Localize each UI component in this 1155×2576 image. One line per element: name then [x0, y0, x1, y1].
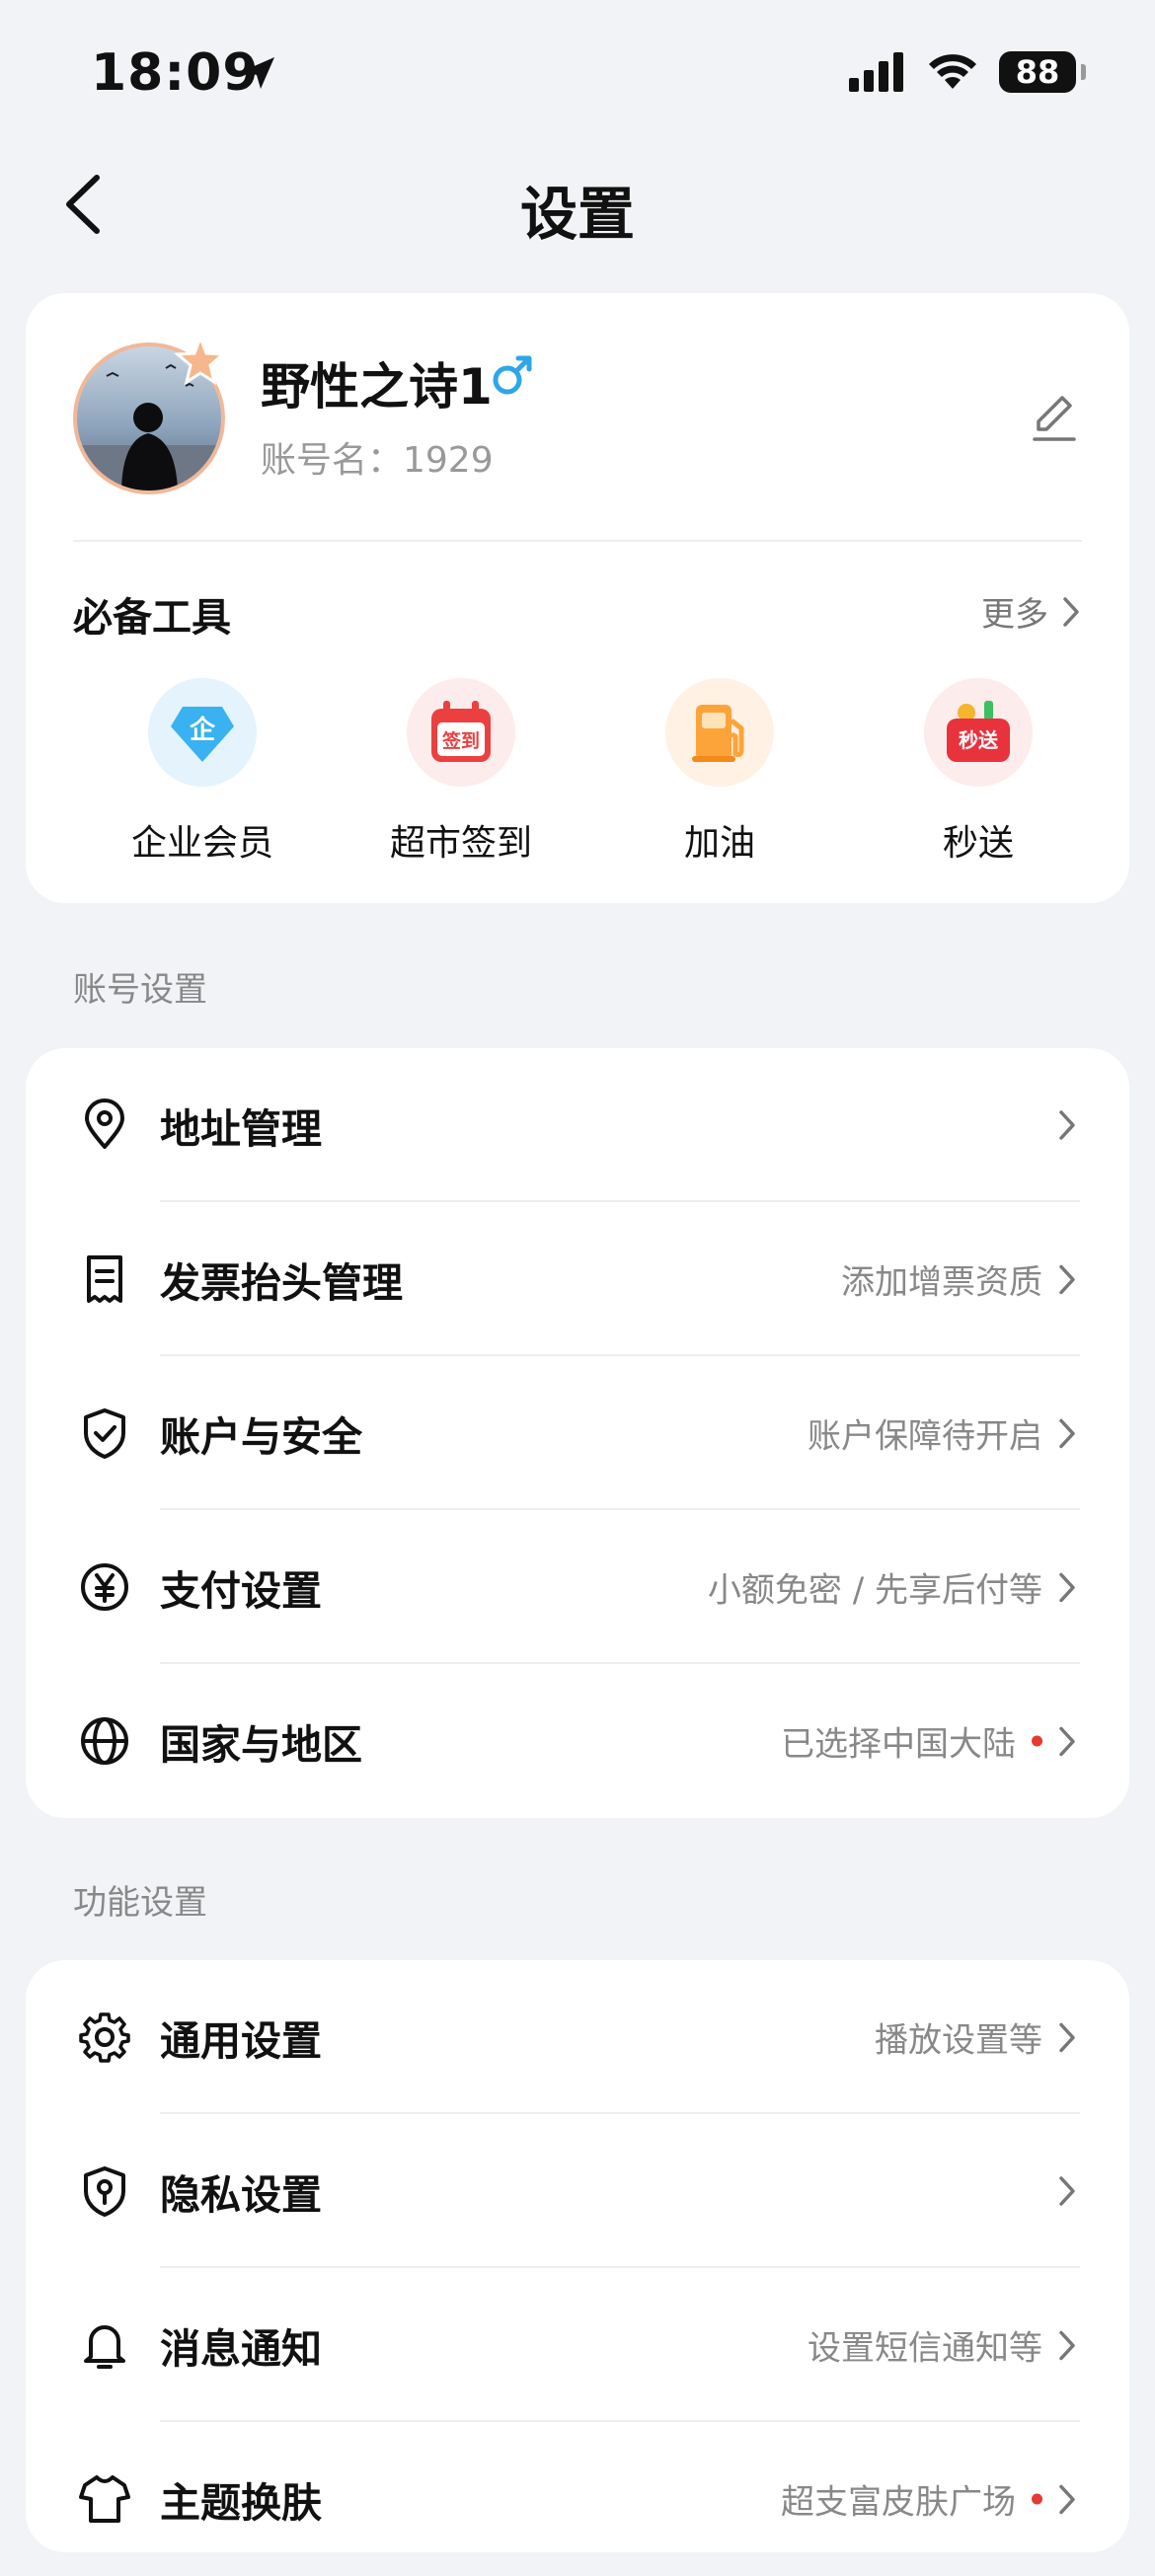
red-dot-indicator — [1032, 1735, 1042, 1747]
status-time: 18:09 — [91, 43, 260, 103]
row-notifications[interactable]: 消息通知 设置短信通知等 — [26, 2268, 1129, 2422]
username: 野性之诗1 — [261, 358, 493, 416]
bell-icon — [84, 2325, 125, 2369]
tool-label: 加油 — [683, 823, 755, 864]
chevron-right-icon — [1059, 2330, 1075, 2360]
tool-supermarket-checkin[interactable]: 签到 超市签到 — [332, 678, 590, 866]
row-label: 发票抬头管理 — [160, 1259, 403, 1307]
delivery-badge-text: 秒送 — [959, 728, 999, 752]
row-theme-skin[interactable]: 主题换肤 超支富皮肤广场 — [26, 2422, 1129, 2576]
fuel-pump-icon — [665, 678, 774, 787]
tool-label: 企业会员 — [130, 823, 273, 864]
page-title: 设置 — [519, 181, 635, 248]
checkin-badge-text: 签到 — [441, 729, 480, 752]
location-arrow-icon — [243, 57, 274, 89]
enterprise-badge-text: 企 — [190, 715, 216, 745]
shield-check-icon — [84, 1408, 125, 1459]
star-badge-icon — [174, 335, 227, 386]
invoice-icon — [87, 1255, 122, 1303]
row-value: 已选择中国大陆 — [781, 1724, 1016, 1765]
nav-bar: 设置 — [0, 148, 1155, 257]
row-label: 地址管理 — [160, 1105, 322, 1153]
section-title-function: 功能设置 — [73, 1883, 207, 1923]
gear-icon — [79, 2012, 130, 2063]
battery-indicator: 88 — [999, 51, 1086, 93]
row-right — [1042, 2175, 1076, 2207]
row-label: 隐私设置 — [160, 2171, 322, 2219]
chevron-right-icon — [1063, 596, 1079, 627]
row-payment[interactable]: 支付设置 小额免密 / 先享后付等 — [26, 1510, 1129, 1664]
row-label: 消息通知 — [160, 2325, 322, 2373]
yuan-coin-icon — [81, 1563, 128, 1611]
tools-title: 必备工具 — [73, 595, 231, 641]
tool-label: 超市签到 — [389, 823, 532, 864]
tool-enterprise-member[interactable]: 企 企业会员 — [73, 678, 332, 866]
function-settings-card: 通用设置 播放设置等 隐私设置 消息通知 设置短信通知等 主题换肤 超支富皮肤广… — [26, 1960, 1129, 2552]
globe-icon — [81, 1717, 128, 1765]
tool-fuel[interactable]: 加油 — [590, 678, 849, 866]
enterprise-member-icon: 企 — [148, 678, 257, 787]
profile-divider — [73, 540, 1082, 542]
account-settings-card: 地址管理 发票抬头管理 添加增票资质 账户与安全 账户保障待开启 支付设置 小额… — [26, 1048, 1129, 1818]
chevron-right-icon — [1059, 1726, 1075, 1756]
row-value: 小额免密 / 先享后付等 — [707, 1570, 1042, 1611]
row-general-settings[interactable]: 通用设置 播放设置等 — [26, 1960, 1129, 2114]
location-pin-icon — [85, 1099, 124, 1149]
row-invoice[interactable]: 发票抬头管理 添加增票资质 — [26, 1202, 1129, 1356]
row-label: 账户与安全 — [160, 1413, 362, 1461]
back-button[interactable] — [57, 170, 116, 239]
row-value: 添加增票资质 — [841, 1262, 1042, 1303]
chevron-right-icon — [1059, 2176, 1075, 2206]
row-value: 超支富皮肤广场 — [781, 2482, 1016, 2523]
row-label: 通用设置 — [160, 2017, 322, 2065]
profile-card: 野性之诗1 账号名：1929 必备工具 更多 企 企业会员 签到 超市签到 加油… — [26, 293, 1129, 903]
row-label: 支付设置 — [160, 1567, 322, 1615]
male-gender-icon — [493, 355, 532, 395]
chevron-right-icon — [1059, 2484, 1075, 2514]
row-country-region[interactable]: 国家与地区 已选择中国大陆 — [26, 1664, 1129, 1818]
privacy-shield-icon — [84, 2166, 125, 2217]
row-value: 播放设置等 — [875, 2020, 1042, 2061]
chevron-right-icon — [1059, 1264, 1075, 1294]
chevron-right-icon — [1059, 2022, 1075, 2052]
row-right: 播放设置等 — [875, 2013, 1076, 2062]
tools-more-link[interactable]: 更多 — [981, 587, 1080, 636]
battery-level: 88 — [1015, 53, 1060, 91]
tshirt-icon — [79, 2475, 130, 2523]
row-right — [1042, 1109, 1076, 1141]
row-right: 已选择中国大陆 — [781, 1717, 1076, 1766]
chevron-right-icon — [1059, 1110, 1075, 1140]
row-right: 添加增票资质 — [841, 1255, 1076, 1304]
account-name: 账号名：1929 — [261, 440, 494, 481]
row-right: 超支富皮肤广场 — [781, 2475, 1076, 2524]
row-right: 小额免密 / 先享后付等 — [708, 1563, 1076, 1612]
cellular-signal-icon — [849, 52, 903, 92]
row-value: 设置短信通知等 — [808, 2328, 1042, 2369]
calendar-checkin-icon: 签到 — [407, 678, 515, 787]
row-value: 账户保障待开启 — [808, 1416, 1042, 1457]
red-dot-indicator — [1032, 2493, 1042, 2505]
row-label: 国家与地区 — [160, 1721, 362, 1769]
row-address[interactable]: 地址管理 — [26, 1048, 1129, 1202]
row-label: 主题换肤 — [160, 2479, 322, 2527]
status-bar: 18:09 88 — [0, 0, 1155, 148]
row-right: 账户保障待开启 — [808, 1409, 1076, 1458]
row-privacy-settings[interactable]: 隐私设置 — [26, 2114, 1129, 2268]
tools-row: 企 企业会员 签到 超市签到 加油 秒送 秒送 — [26, 678, 1129, 866]
edit-profile-button[interactable] — [1027, 390, 1082, 445]
row-right: 设置短信通知等 — [808, 2321, 1076, 2370]
more-label: 更多 — [981, 595, 1048, 635]
chevron-right-icon — [1059, 1418, 1075, 1448]
tool-label: 秒送 — [942, 823, 1014, 864]
delivery-basket-icon: 秒送 — [924, 678, 1033, 787]
section-title-account: 账号设置 — [73, 970, 207, 1010]
wifi-icon — [929, 54, 976, 89]
row-account-security[interactable]: 账户与安全 账户保障待开启 — [26, 1356, 1129, 1510]
chevron-right-icon — [1059, 1572, 1075, 1602]
tool-instant-delivery[interactable]: 秒送 秒送 — [849, 678, 1108, 866]
battery-tip — [1081, 64, 1086, 80]
status-icons: 88 — [849, 51, 1086, 93]
